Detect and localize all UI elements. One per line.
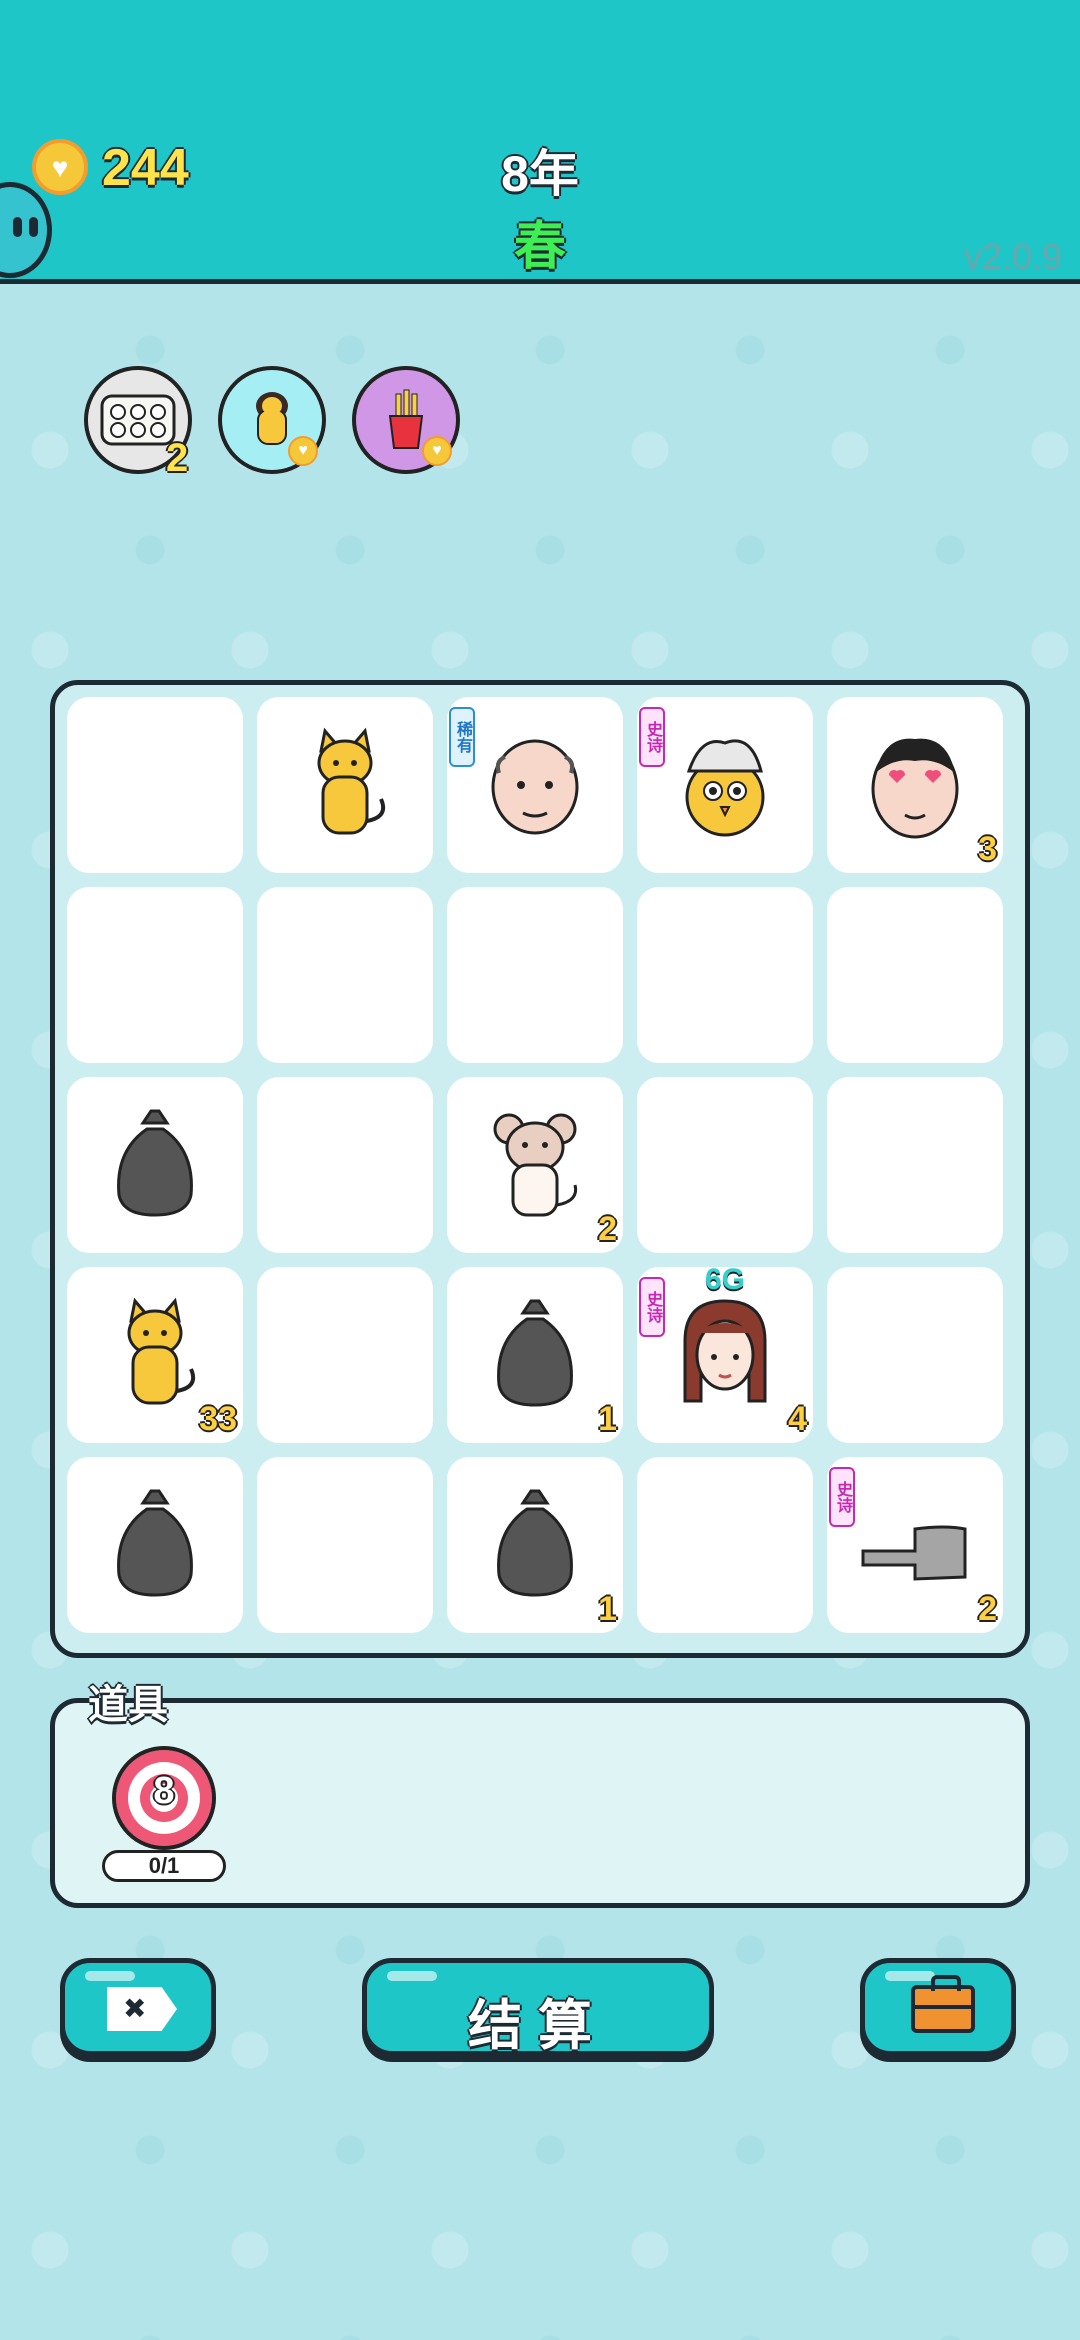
- board-cell[interactable]: [67, 887, 243, 1063]
- board-cell[interactable]: [637, 887, 813, 1063]
- game-board: 稀有 史诗 3 2 33 1 史诗 6G 4 1 史诗 2: [50, 680, 1030, 1658]
- board-cell[interactable]: [447, 887, 623, 1063]
- settle-button-label: 结算: [468, 1996, 608, 2056]
- board-cell[interactable]: [67, 1457, 243, 1633]
- board-cell[interactable]: [827, 887, 1003, 1063]
- heart-badge-icon: ♥: [422, 436, 452, 466]
- fries-heart-icon[interactable]: ♥: [352, 366, 460, 474]
- briefcase-icon: [911, 1975, 975, 2033]
- board-cell[interactable]: [637, 1457, 813, 1633]
- board-cell[interactable]: 史诗: [637, 697, 813, 873]
- board-cell[interactable]: 1: [447, 1267, 623, 1443]
- target-item-number: 8: [153, 1770, 175, 1812]
- board-cell[interactable]: 2: [447, 1077, 623, 1253]
- rarity-tag: 史诗: [639, 707, 665, 767]
- cat-heart-icon[interactable]: ♥: [218, 366, 326, 474]
- board-cell[interactable]: [257, 1077, 433, 1253]
- board-cell[interactable]: [257, 1267, 433, 1443]
- close-button[interactable]: [60, 1958, 216, 2056]
- cell-extra-label: 6G: [704, 1263, 746, 1296]
- board-cell[interactable]: 史诗 2: [827, 1457, 1003, 1633]
- version-label: v2.0.9: [963, 236, 1062, 277]
- board-cell[interactable]: [67, 697, 243, 873]
- board-cell[interactable]: [827, 1077, 1003, 1253]
- board-cell[interactable]: [257, 1457, 433, 1633]
- cell-count: 3: [978, 830, 997, 868]
- cell-count: 2: [978, 1590, 997, 1628]
- season-label: 春: [513, 218, 566, 276]
- heart-badge-icon: ♥: [288, 436, 318, 466]
- rarity-tag: 稀有: [449, 707, 475, 767]
- settle-button[interactable]: 结算: [362, 1958, 714, 2056]
- rarity-tag: 史诗: [829, 1467, 855, 1527]
- target-item-usage: 0/1: [102, 1850, 226, 1882]
- bag-button[interactable]: [860, 1958, 1016, 2056]
- year-label: 8年: [501, 146, 579, 202]
- egg-carton-count: 2: [166, 436, 189, 480]
- board-cell[interactable]: 史诗 6G 4: [637, 1263, 813, 1443]
- board-cell[interactable]: [257, 887, 433, 1063]
- cell-count: 4: [788, 1400, 807, 1438]
- board-cell[interactable]: 1: [447, 1457, 623, 1633]
- cell-count: 2: [598, 1210, 617, 1248]
- close-icon: [107, 1987, 177, 2031]
- cell-count: 33: [199, 1400, 237, 1438]
- board-cell[interactable]: 稀有: [447, 697, 623, 873]
- board-cell[interactable]: [827, 1267, 1003, 1443]
- board-cell[interactable]: [257, 697, 433, 873]
- board-cell[interactable]: 33: [67, 1267, 243, 1443]
- cell-count: 1: [598, 1400, 617, 1438]
- board-cell[interactable]: [67, 1077, 243, 1253]
- items-title: 道具: [88, 1683, 168, 1727]
- board-cell[interactable]: [637, 1077, 813, 1253]
- top-bar: 244 8年 春 v2.0.9: [0, 0, 1080, 284]
- board-cell[interactable]: 3: [827, 697, 1003, 873]
- cell-count: 1: [598, 1590, 617, 1628]
